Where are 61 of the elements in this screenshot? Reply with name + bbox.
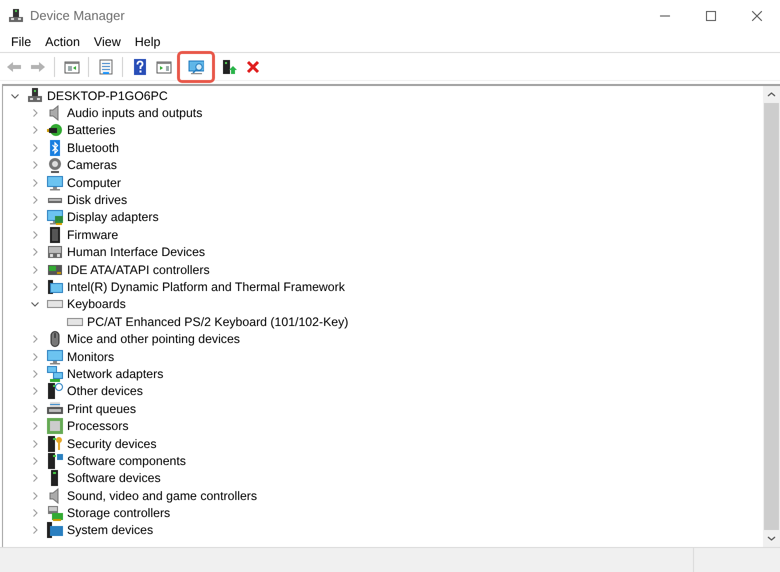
processor-icon: [47, 418, 63, 434]
tree-item[interactable]: DESKTOP-P1GO6PC: [3, 87, 763, 104]
tree-item[interactable]: PC/AT Enhanced PS/2 Keyboard (101/102-Key): [3, 313, 763, 330]
tree-item[interactable]: Processors: [3, 417, 763, 435]
scroll-thumb[interactable]: [764, 103, 779, 530]
tree-item[interactable]: Keyboards: [3, 296, 763, 314]
vertical-scrollbar[interactable]: [763, 86, 780, 547]
uninstall-icon: [244, 58, 260, 74]
tree-item[interactable]: Software devices: [3, 470, 763, 487]
tree-item[interactable]: Print queues: [3, 400, 763, 418]
hid-icon: [47, 244, 63, 260]
tree-item[interactable]: Network adapters: [3, 365, 763, 383]
properties-icon: [98, 58, 114, 74]
tree-item[interactable]: Security devices: [3, 434, 763, 452]
window-title: Device Manager: [30, 7, 126, 26]
maximize-icon: [706, 11, 716, 21]
unknown-device-icon: [47, 383, 63, 400]
pane-icon: [156, 58, 172, 74]
tree-item[interactable]: Audio inputs and outputs: [3, 104, 763, 122]
device-manager-icon: [8, 8, 24, 24]
tree-item[interactable]: Software components: [3, 452, 763, 470]
monitor-icon: [47, 348, 63, 365]
update-driver-icon: [220, 58, 236, 74]
tree-item[interactable]: System devices: [3, 522, 763, 540]
menu-item[interactable]: Help: [128, 32, 168, 52]
key-icon: [47, 436, 63, 452]
pane-icon: [64, 58, 80, 74]
close-icon: [752, 11, 762, 21]
tree-item[interactable]: Computer: [3, 174, 763, 192]
tree-item[interactable]: Mice and other pointing devices: [3, 330, 763, 348]
storage-controller-icon: [47, 505, 63, 522]
monitor-search-icon: [188, 58, 204, 74]
system-device-icon: [47, 522, 63, 538]
tree-item[interactable]: Monitors: [3, 348, 763, 366]
tree-item[interactable]: Other devices: [3, 382, 763, 400]
computer-icon: [27, 88, 43, 104]
tree-item[interactable]: Intel(R) Dynamic Platform and Thermal Framework: [3, 278, 763, 296]
tree-item[interactable]: Human Interface Devices: [3, 244, 763, 261]
bluetooth-icon: [47, 140, 63, 156]
tree-item[interactable]: Bluetooth: [3, 139, 763, 157]
webcam-icon: [47, 157, 63, 174]
tree-item[interactable]: Batteries: [3, 122, 763, 140]
chip-icon: [47, 226, 63, 243]
help-icon: [132, 58, 148, 74]
tree-item[interactable]: Storage controllers: [3, 504, 763, 522]
battery-icon: [47, 122, 63, 138]
network-icon: [47, 366, 63, 382]
display-adapter-icon: [47, 209, 63, 226]
tree-item[interactable]: Cameras: [3, 156, 763, 174]
menu-item[interactable]: Action: [38, 32, 87, 52]
tree-item[interactable]: Display adapters: [3, 208, 763, 226]
tree-item[interactable]: Firmware: [3, 226, 763, 244]
menu-item[interactable]: View: [86, 32, 128, 52]
menu-item[interactable]: File: [4, 32, 38, 52]
tree-item[interactable]: IDE ATA/ATAPI controllers: [3, 260, 763, 278]
printer-icon: [47, 400, 63, 417]
tree-item[interactable]: Sound, video and game controllers: [3, 486, 763, 504]
software-component-icon: [47, 452, 63, 469]
monitor-icon: [47, 174, 63, 191]
platform-icon: [47, 278, 63, 295]
tree-item[interactable]: Disk drives: [3, 191, 763, 209]
